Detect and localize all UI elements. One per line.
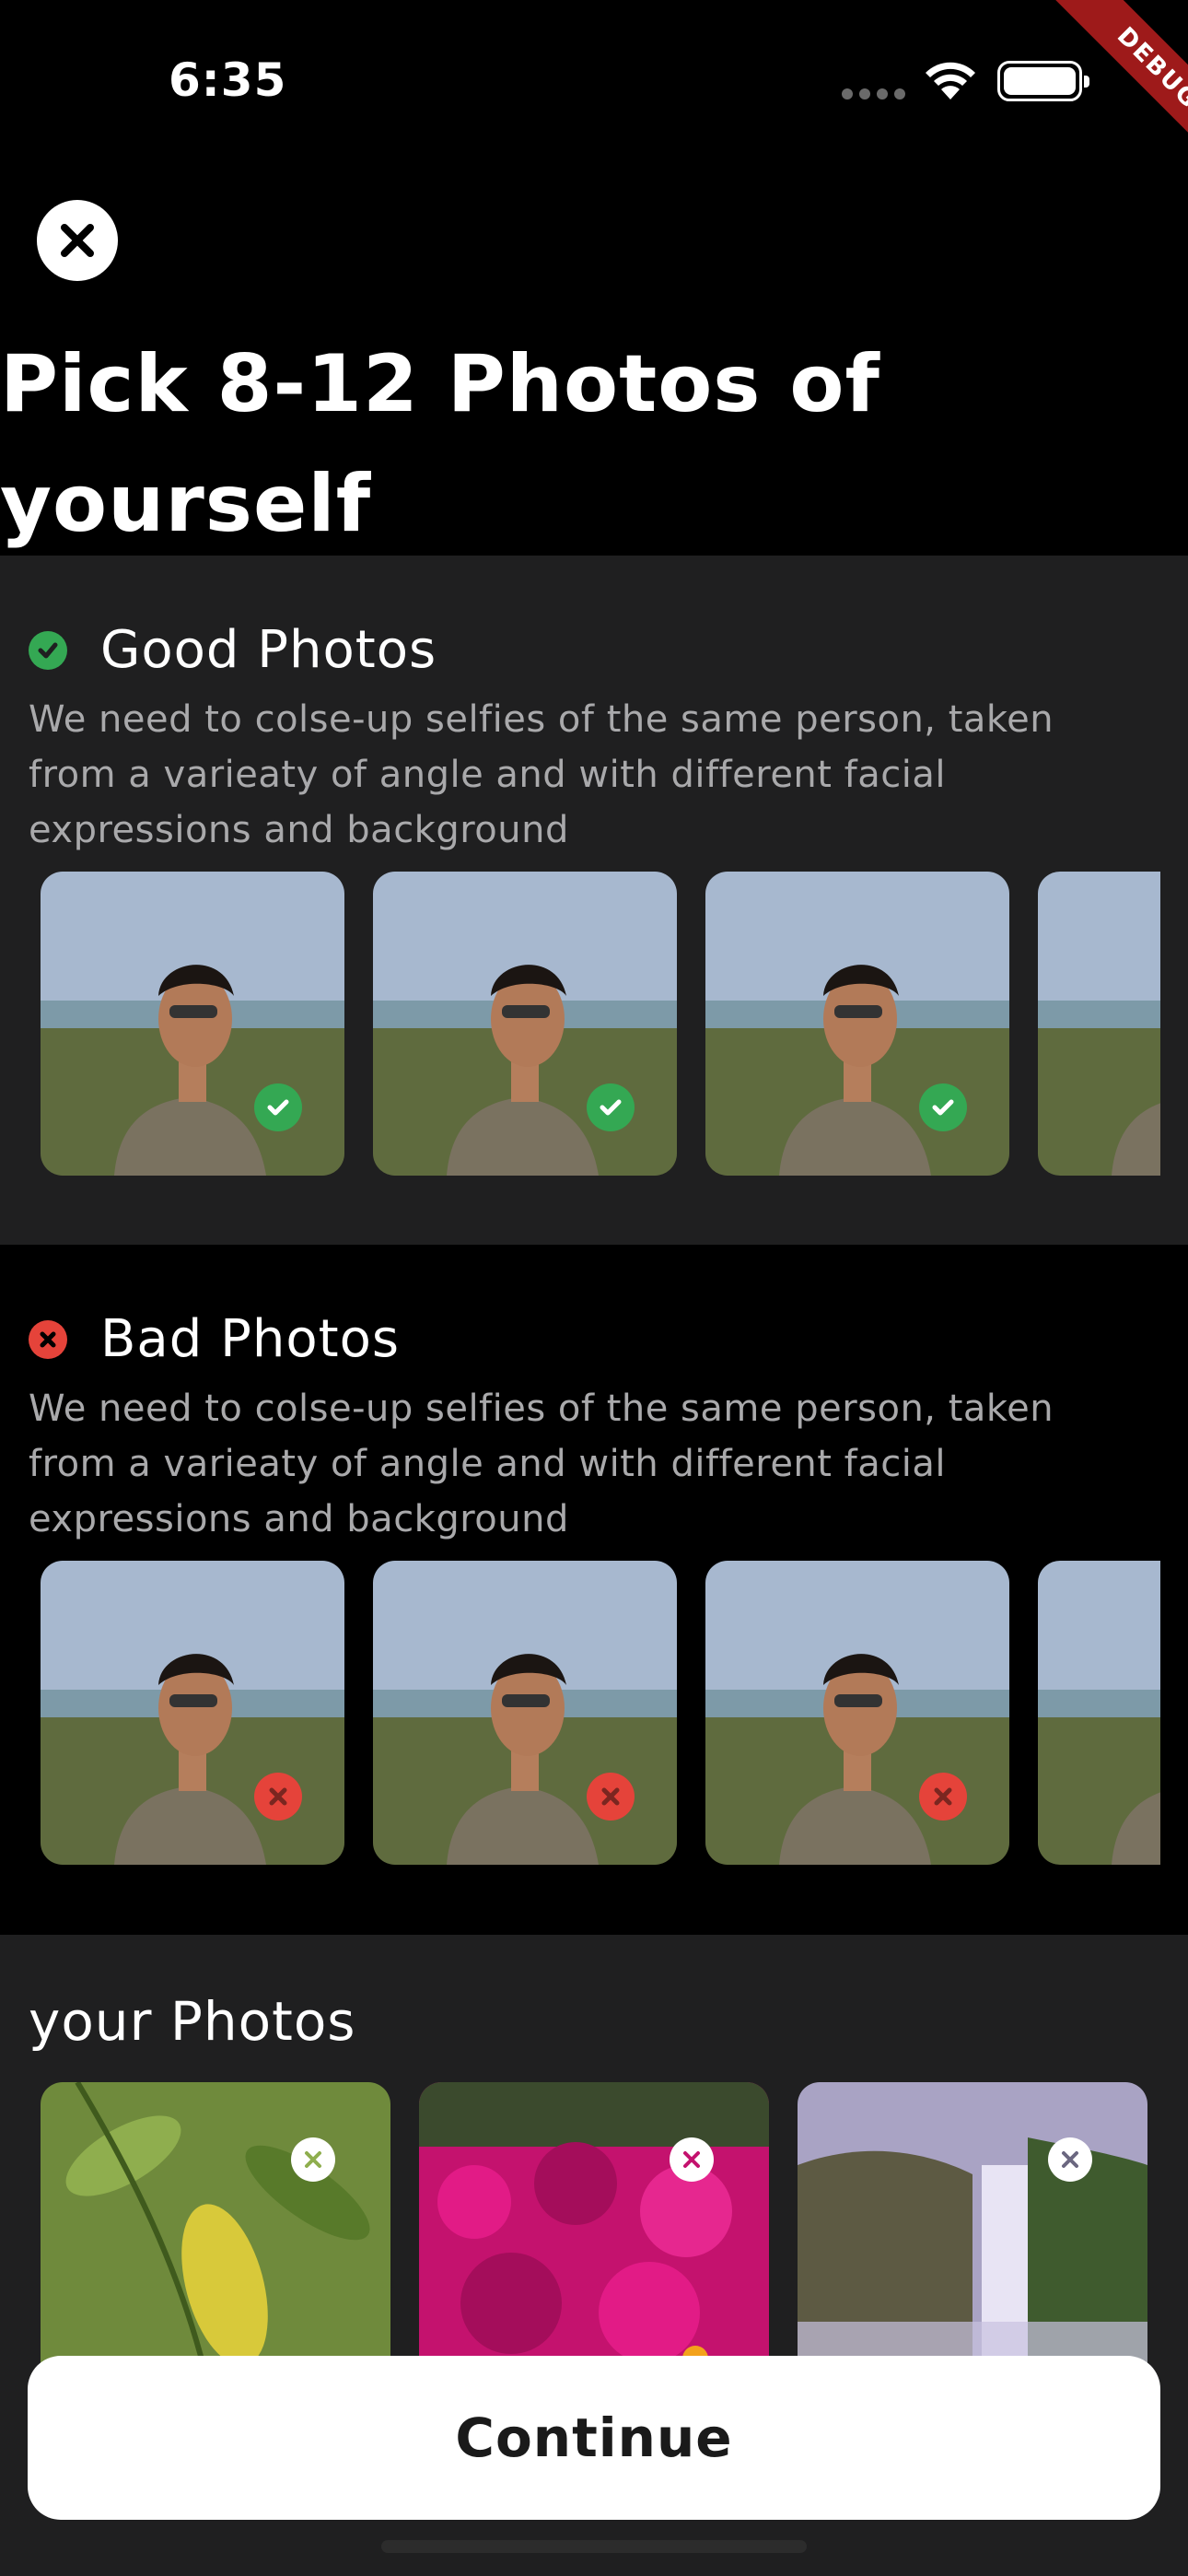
good-photos-description: We need to colse-up selfies of the same …: [29, 698, 1054, 851]
good-photo-2[interactable]: [373, 872, 677, 1176]
check-circle-icon: [29, 630, 67, 670]
bad-photo-1[interactable]: [41, 1561, 344, 1865]
bad-photos-section: Bad Photos We need to colse-up selfies o…: [0, 1245, 1188, 1935]
good-photos-header: Good Photos: [29, 620, 437, 680]
x-icon: [254, 1773, 302, 1821]
remove-icon[interactable]: [1048, 2137, 1092, 2182]
good-photos-section: Good Photos We need to colse-up selfies …: [0, 556, 1188, 1245]
good-photo-3[interactable]: [705, 872, 1009, 1176]
bad-photos-header: Bad Photos: [29, 1309, 400, 1369]
close-button[interactable]: [37, 200, 118, 281]
bad-photos-title: Bad Photos: [100, 1309, 400, 1369]
close-icon: [61, 224, 94, 257]
status-time: 6:35: [169, 53, 287, 107]
check-icon: [587, 1083, 635, 1131]
flowers-photo[interactable]: [419, 2082, 769, 2377]
continue-button[interactable]: Continue: [28, 2356, 1160, 2520]
remove-icon[interactable]: [291, 2137, 335, 2182]
page-title: Pick 8-12 Photos of yourself: [0, 338, 880, 550]
good-photo-1[interactable]: [41, 872, 344, 1176]
bad-photos-description: We need to colse-up selfies of the same …: [29, 1388, 1054, 1540]
good-photos-title: Good Photos: [100, 620, 437, 680]
home-indicator: [381, 2540, 807, 2553]
waterfall-photo[interactable]: [798, 2082, 1147, 2377]
leaf-photo[interactable]: [41, 2082, 390, 2377]
check-icon: [254, 1083, 302, 1131]
x-icon: [587, 1773, 635, 1821]
bad-photos-row[interactable]: [41, 1561, 1160, 1867]
your-photos-title: your Photos: [29, 1990, 356, 2053]
check-icon: [919, 1083, 967, 1131]
remove-icon[interactable]: [670, 2137, 714, 2182]
debug-banner: DEBUG: [1004, 0, 1188, 184]
good-photo-4[interactable]: [1038, 872, 1160, 1176]
x-icon: [919, 1773, 967, 1821]
bad-photo-2[interactable]: [373, 1561, 677, 1865]
good-photos-row[interactable]: [41, 872, 1160, 1177]
bad-photo-4[interactable]: [1038, 1561, 1160, 1865]
signal-icon: [842, 88, 905, 100]
x-circle-icon: [29, 1319, 67, 1359]
bad-photo-3[interactable]: [705, 1561, 1009, 1865]
wifi-icon: [926, 62, 975, 100]
